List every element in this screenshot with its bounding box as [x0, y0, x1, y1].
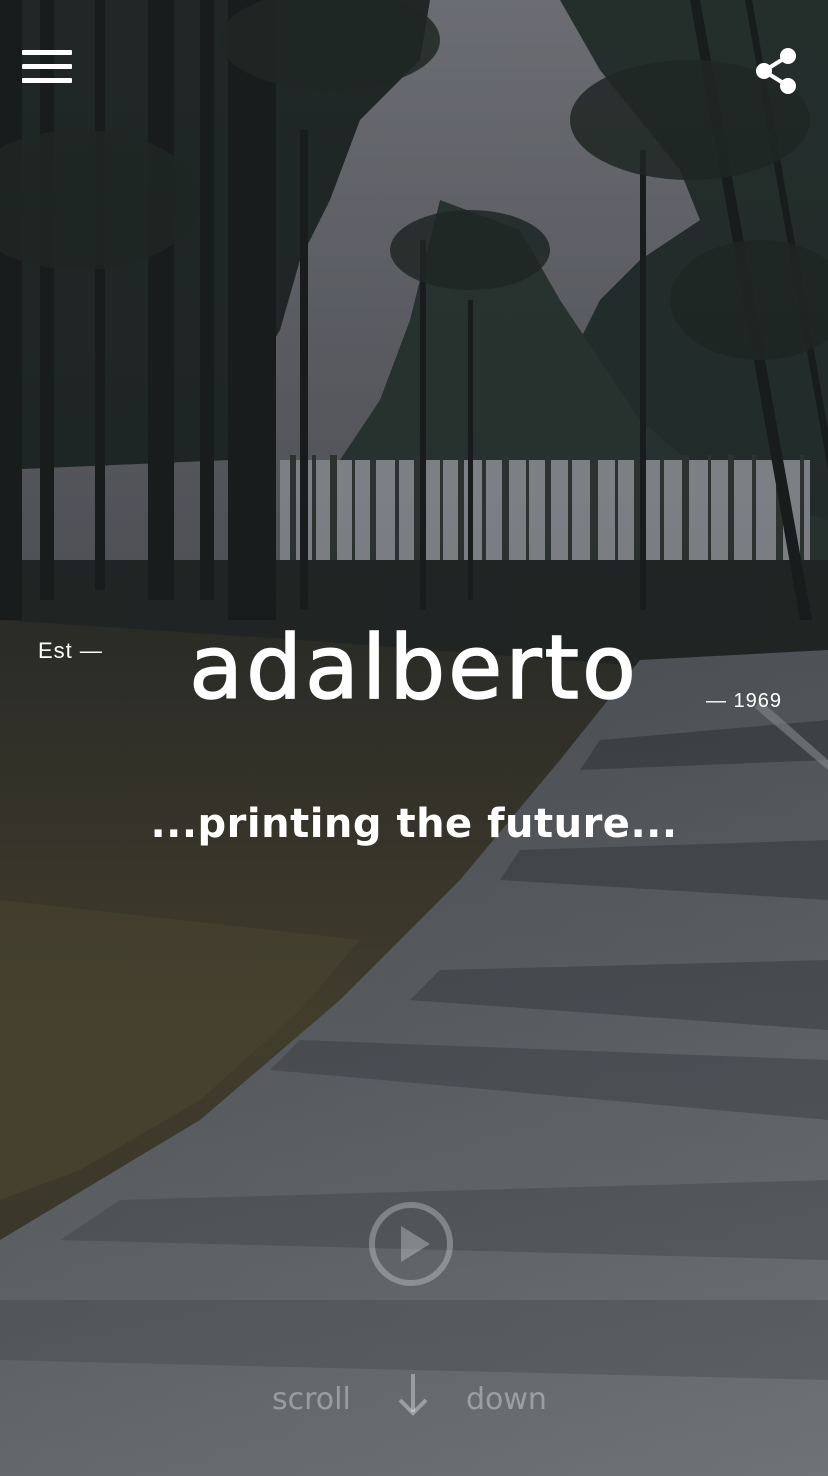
play-video-button[interactable]: [367, 1200, 455, 1288]
hamburger-menu-icon-line-middle: [22, 64, 72, 69]
menu-button[interactable]: [22, 50, 74, 88]
hamburger-menu-icon-line-top: [22, 50, 72, 55]
play-icon: [369, 1202, 453, 1286]
arrow-down-icon: [398, 1374, 428, 1416]
share-icon: [756, 48, 796, 94]
scroll-down-hint[interactable]: scroll down: [0, 1372, 828, 1432]
scroll-word: scroll: [272, 1382, 351, 1417]
share-button[interactable]: [752, 46, 800, 96]
down-word: down: [466, 1382, 547, 1417]
brand-name: adalberto: [188, 615, 639, 720]
tagline: ...printing the future...: [150, 801, 678, 847]
landing-page: Est — adalberto — 1969 ...printing the f…: [0, 0, 828, 1476]
founding-year-label: — 1969: [706, 690, 783, 712]
hamburger-menu-icon-line-bottom: [22, 78, 72, 83]
